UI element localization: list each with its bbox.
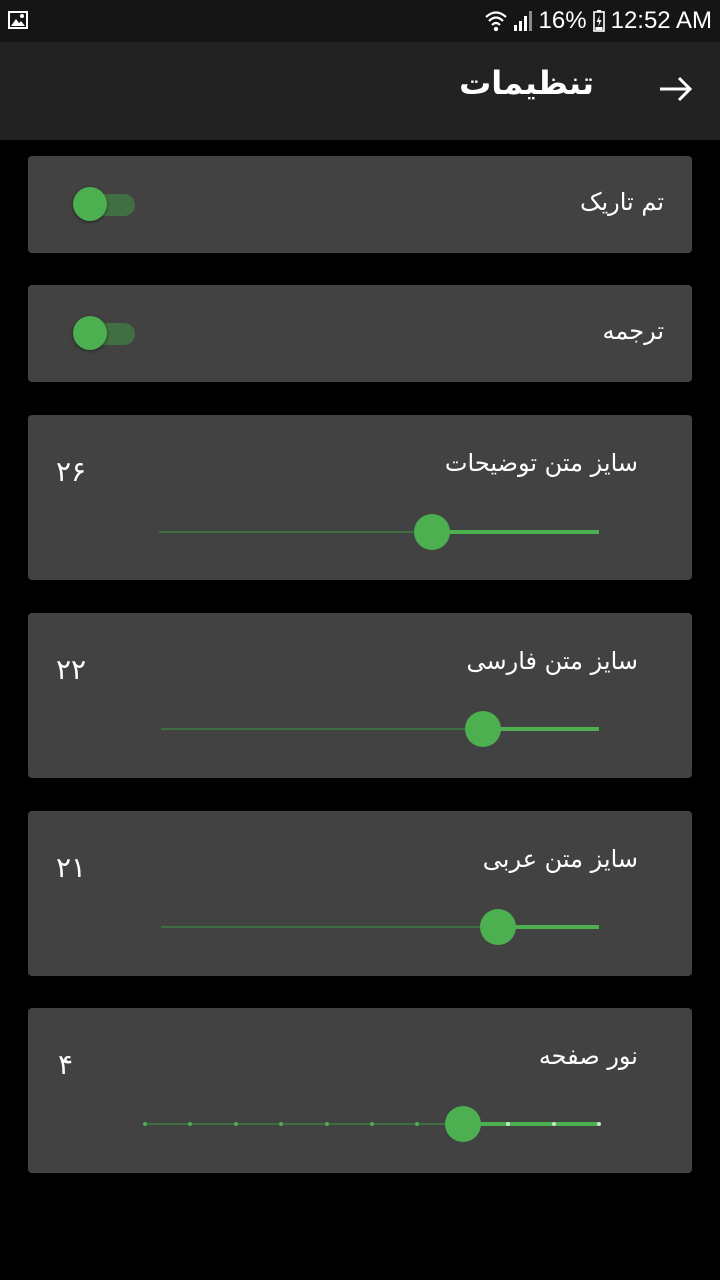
switch-thumb [73, 187, 107, 221]
brightness-card: نور صفحه ۴ [28, 1008, 692, 1173]
brightness-value: ۴ [58, 1048, 74, 1081]
switch-thumb [73, 316, 107, 350]
arabic-size-slider[interactable] [161, 907, 599, 947]
persian-size-label: سایز متن فارسی [466, 647, 638, 675]
slider-thumb[interactable] [480, 909, 517, 945]
dark-theme-label: تم تاریک [579, 188, 664, 216]
signal-icon [513, 10, 533, 32]
translation-label: ترجمه [602, 317, 665, 345]
battery-icon [592, 10, 605, 32]
slider-tick [188, 1122, 193, 1126]
slider-tick [551, 1122, 556, 1126]
slider-track-inactive [161, 926, 499, 928]
translation-switch[interactable] [73, 315, 137, 351]
description-size-card: سایز متن توضیحات ۲۶ [28, 415, 692, 580]
persian-size-slider[interactable] [161, 709, 599, 749]
arabic-size-card: سایز متن عربی ۲۱ [28, 811, 692, 976]
slider-thumb[interactable] [444, 1106, 481, 1142]
arrow-right-icon [658, 75, 694, 107]
wifi-icon [484, 9, 507, 33]
arabic-size-label: سایز متن عربی [482, 845, 638, 873]
slider-thumb[interactable] [464, 711, 501, 747]
page-title: تنظیمات [459, 64, 594, 102]
slider-tick [597, 1122, 601, 1126]
persian-size-card: سایز متن فارسی ۲۲ [28, 613, 692, 778]
description-size-value: ۲۶ [56, 455, 87, 488]
slider-thumb[interactable] [413, 514, 450, 550]
slider-track-active [462, 1122, 599, 1126]
description-size-label: سایز متن توضیحات [444, 449, 638, 477]
clock: 12:52 AM [610, 7, 712, 34]
slider-tick [233, 1122, 238, 1126]
app-bar: تنظیمات [0, 42, 720, 140]
description-size-slider[interactable] [159, 512, 599, 552]
gallery-icon [8, 11, 28, 29]
persian-size-value: ۲۲ [56, 653, 87, 686]
slider-track-inactive [159, 531, 432, 533]
status-indicators: 16% 12:52 AM [484, 0, 712, 42]
battery-percent: 16% [538, 7, 587, 34]
translation-card: ترجمه [28, 285, 692, 382]
arabic-size-value: ۲۱ [56, 851, 87, 884]
brightness-slider[interactable] [143, 1104, 601, 1144]
slider-tick [370, 1122, 374, 1126]
back-button[interactable] [654, 69, 698, 113]
slider-tick [415, 1122, 420, 1126]
brightness-label: نور صفحه [538, 1042, 638, 1070]
slider-track-active [431, 530, 599, 534]
dark-theme-switch[interactable] [73, 186, 137, 222]
slider-track-inactive [161, 728, 483, 730]
dark-theme-card: تم تاریک [28, 156, 692, 253]
status-bar: 16% 12:52 AM [0, 0, 720, 42]
slider-tick [324, 1122, 329, 1126]
slider-tick [143, 1122, 147, 1126]
slider-tick [279, 1122, 284, 1126]
